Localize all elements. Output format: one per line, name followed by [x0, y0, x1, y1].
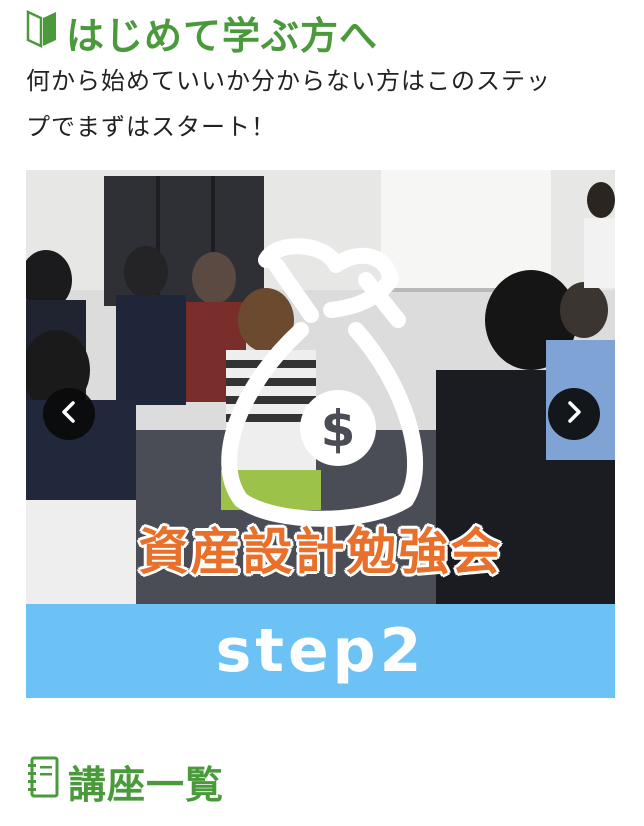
svg-text:$: $ — [321, 400, 356, 458]
chevron-right-icon — [564, 400, 584, 428]
slider-next-button[interactable] — [548, 388, 600, 440]
slide-step-band: step2 — [26, 604, 615, 698]
notebook-icon — [26, 755, 60, 808]
chevron-left-icon — [59, 400, 79, 428]
beginner-leaf-icon — [26, 8, 58, 57]
intro-line-1: 何から始めていいか分からない方はこのステッ — [26, 67, 551, 95]
beginner-section-title: はじめて学ぶ方へ — [66, 13, 379, 58]
slide-step-label: step2 — [215, 616, 426, 686]
beginner-intro-text: 何から始めていいか分からない方はこのステッ プでまずはスタート！ — [26, 58, 618, 150]
course-section-heading: 講座一覧 — [26, 752, 224, 810]
page: はじめて学ぶ方へ 何から始めていいか分からない方はこのステッ プでまずはスタート… — [0, 0, 644, 826]
intro-line-2: プでまずはスタート！ — [26, 113, 276, 141]
slider-prev-button[interactable] — [43, 388, 95, 440]
course-section-title: 講座一覧 — [68, 762, 225, 807]
beginner-section-heading: はじめて学ぶ方へ — [26, 6, 378, 58]
slide-title: 資産設計勉強会 — [138, 523, 503, 581]
seminar-slider[interactable]: $ 資産設計勉強会 step2 — [26, 170, 615, 698]
